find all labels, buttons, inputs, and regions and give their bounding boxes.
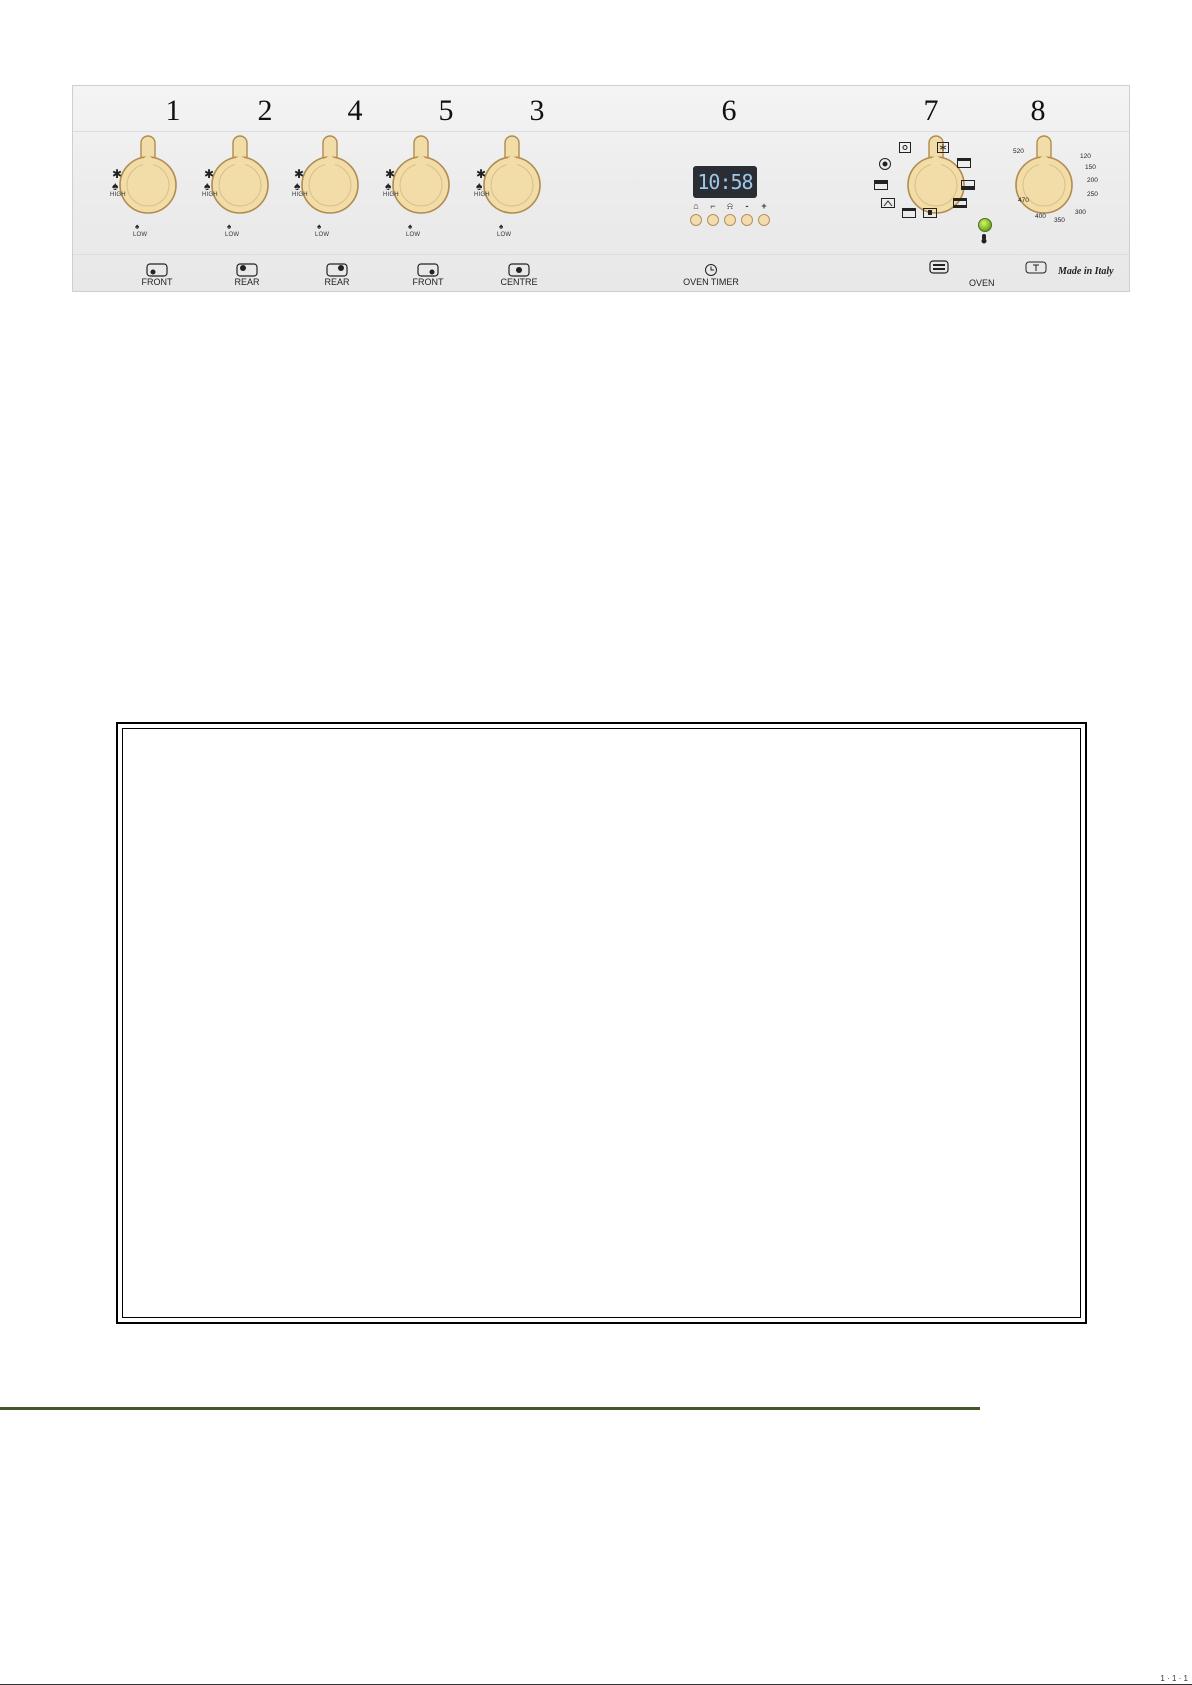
burner-knob-1[interactable] (119, 134, 179, 216)
burner-number: 1 (165, 94, 181, 127)
low-flame-icon: ♠ (499, 222, 504, 231)
temp-mark: 400 (1035, 213, 1046, 220)
temp-mark: 200 (1087, 177, 1098, 184)
grill-function-icon (874, 180, 888, 190)
bottom-heat-icon (961, 180, 975, 190)
burner-position-label: REAR (324, 277, 350, 287)
conventional-heat-icon (953, 198, 967, 208)
burner-front-right-icon (417, 263, 439, 277)
burner-position-label: FRONT (141, 277, 173, 287)
low-label: LOW (133, 232, 148, 238)
burner-rear-right-icon (326, 263, 348, 277)
temp-mark: 470 (1018, 197, 1029, 204)
oven-timer-label: OVEN TIMER (683, 277, 739, 287)
burner-number: 3 (529, 94, 545, 127)
timer-number: 6 (721, 94, 737, 127)
upper-heat-icon (902, 208, 916, 218)
high-label: HIGH (383, 192, 399, 198)
made-in-italy-label: Made in Italy (1058, 266, 1114, 277)
high-flame-icon: ♠ (112, 179, 119, 193)
timer-plus-icon: + (761, 201, 767, 211)
temp-mark: 150 (1085, 164, 1096, 171)
low-flame-icon: ♠ (135, 222, 140, 231)
low-label: LOW (315, 232, 330, 238)
high-flame-icon: ♠ (294, 179, 301, 193)
defrost-function-icon (937, 142, 949, 153)
low-flame-icon: ♠ (317, 222, 322, 231)
function-knob-number: 7 (923, 94, 939, 127)
timer-display: 10:58 (693, 166, 757, 198)
low-label: LOW (225, 232, 240, 238)
burner-number: 2 (257, 94, 273, 127)
top-bottom-heat-icon (957, 158, 971, 168)
high-flame-icon: ♠ (204, 179, 211, 193)
burner-knob-4[interactable] (301, 134, 361, 216)
timer-duration-button[interactable] (690, 214, 702, 226)
high-label: HIGH (292, 192, 308, 198)
page-reference: 1 · 1 · 1 (1160, 1674, 1188, 1683)
low-label: LOW (497, 232, 512, 238)
burner-front-left-icon (146, 263, 168, 277)
temp-mark: 300 (1075, 209, 1086, 216)
panel-divider-bottom (73, 254, 1129, 255)
burner-knob-3[interactable] (483, 134, 543, 216)
thermostat-knob-number: 8 (1030, 94, 1046, 127)
burner-knob-2[interactable] (211, 134, 271, 216)
high-label: HIGH (474, 192, 490, 198)
section-rule (0, 1407, 980, 1410)
timer-minus-button[interactable] (741, 214, 753, 226)
low-flame-icon: ♠ (227, 222, 232, 231)
oven-label: OVEN (969, 278, 995, 288)
low-flame-icon: ♠ (408, 222, 413, 231)
high-label: HIGH (202, 192, 218, 198)
timer-minus-icon: - (745, 201, 749, 211)
burner-knob-5[interactable] (392, 134, 452, 216)
burner-rear-left-icon (236, 263, 258, 277)
timer-end-button[interactable] (707, 214, 719, 226)
timer-duration-icon: ⌂ (693, 201, 699, 211)
blank-frame-box (116, 722, 1087, 1324)
timer-alarm-icon: ⍾ (727, 201, 733, 211)
burner-position-label: CENTRE (500, 277, 538, 287)
light-function-icon (899, 142, 911, 153)
high-flame-icon: ♠ (385, 179, 392, 193)
blank-frame-inner (122, 728, 1081, 1318)
burner-position-label: REAR (234, 277, 260, 287)
thermostat-icon (981, 234, 987, 244)
clock-icon (705, 264, 717, 276)
panel-divider-top (73, 131, 1129, 132)
temperature-icon (1025, 261, 1047, 274)
high-label: HIGH (110, 192, 126, 198)
temp-mark: 520 (1013, 148, 1024, 155)
fan-grill-icon (881, 198, 895, 208)
burner-centre-icon (508, 263, 530, 277)
high-flame-icon: ♠ (476, 179, 483, 193)
timer-plus-button[interactable] (758, 214, 770, 226)
timer-alarm-button[interactable] (724, 214, 736, 226)
burner-number: 4 (347, 94, 363, 127)
timer-end-icon: ⌐ (710, 201, 716, 211)
fan-function-icon (879, 158, 891, 170)
oven-icon (929, 260, 949, 274)
pizza-function-icon (923, 208, 937, 218)
low-label: LOW (406, 232, 421, 238)
temp-mark: 120 (1080, 153, 1091, 160)
temp-mark: 250 (1087, 191, 1098, 198)
control-panel: 1 2 4 5 3 6 7 8 ✱ ♠ HIGH ♠ LOW ✱ ♠ HIGH … (72, 85, 1130, 292)
burner-number: 5 (438, 94, 454, 127)
burner-position-label: FRONT (412, 277, 444, 287)
temp-mark: 350 (1054, 217, 1065, 224)
oven-indicator-lamp (978, 218, 992, 232)
